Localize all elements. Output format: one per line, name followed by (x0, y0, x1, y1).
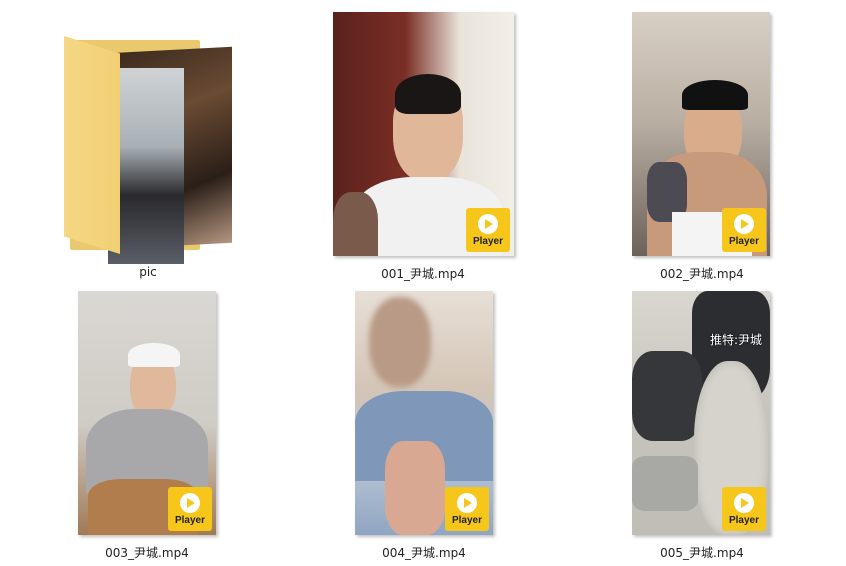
file-name: 003_尹城.mp4 (105, 546, 189, 560)
file-item-002[interactable]: Player (632, 12, 770, 256)
play-icon (457, 492, 477, 513)
file-name: 002_尹城.mp4 (660, 267, 744, 281)
overlay-caption: 推特:尹城 (709, 333, 762, 347)
file-item-pic[interactable] (60, 30, 250, 285)
badge-label: Player (728, 514, 760, 526)
file-name: 001_尹城.mp4 (381, 267, 465, 281)
folder-icon (64, 36, 234, 264)
file-item-003[interactable]: Player (78, 291, 216, 535)
badge-label: Player (472, 235, 504, 247)
badge-label: Player (728, 235, 760, 247)
file-name: 005_尹城.mp4 (660, 546, 744, 560)
file-item-005[interactable]: 推特:尹城 Player (632, 291, 770, 535)
file-name: pic (139, 265, 157, 279)
player-badge: Player (722, 208, 766, 252)
player-badge: Player (445, 487, 489, 531)
video-thumbnail: Player (78, 291, 216, 535)
play-icon (734, 213, 754, 234)
badge-label: Player (174, 514, 206, 526)
play-icon (478, 213, 498, 234)
player-badge: Player (168, 487, 212, 531)
video-thumbnail: Player (355, 291, 493, 535)
file-item-001[interactable]: Player (333, 12, 514, 256)
player-badge: Player (466, 208, 510, 252)
video-thumbnail: Player (333, 12, 514, 256)
badge-label: Player (451, 514, 483, 526)
video-thumbnail: Player (632, 12, 770, 256)
player-badge: Player (722, 487, 766, 531)
file-name: 004_尹城.mp4 (382, 546, 466, 560)
video-thumbnail: 推特:尹城 Player (632, 291, 770, 535)
file-item-004[interactable]: Player (355, 291, 493, 535)
play-icon (180, 492, 200, 513)
play-icon (734, 492, 754, 513)
